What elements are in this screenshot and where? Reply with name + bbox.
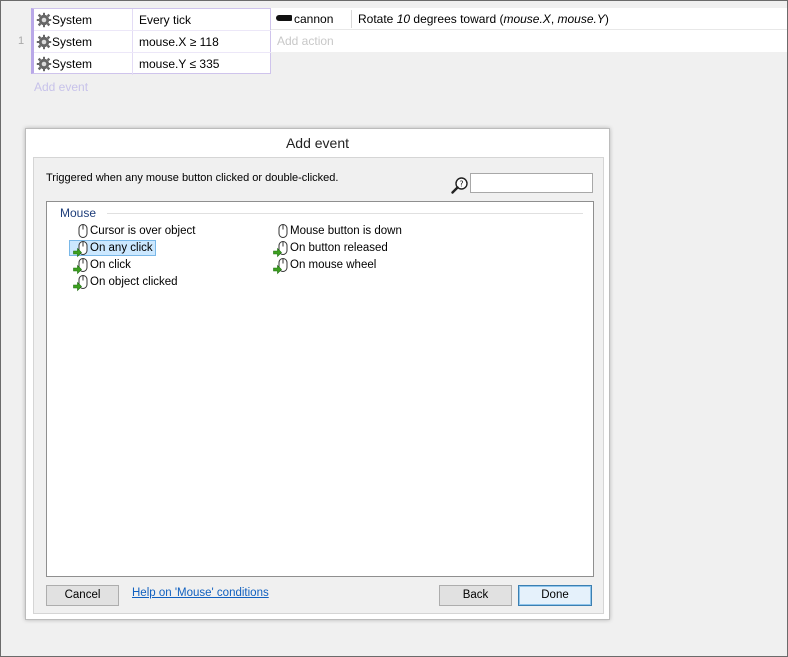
condition-list[interactable]: Mouse Cursor is over object On any click [46,201,594,577]
svg-text:?: ? [459,180,463,189]
action-param-x: mouse.X [503,12,551,26]
event-line-number: 1 [18,35,25,47]
list-item-on-button-released[interactable]: On button released [270,241,390,258]
list-item-cursor-is-over-object[interactable]: Cursor is over object [70,224,197,240]
add-event-dialog: Add event Triggered when any mouse butto… [25,128,610,620]
condition-object: System [52,57,93,71]
condition-row[interactable]: System Every tick [34,9,271,31]
help-link[interactable]: Help on 'Mouse' conditions [132,587,269,599]
action-text-prefix: Rotate [358,12,397,26]
event-conditions-block[interactable]: System Every tick System mouse.X ≥ 118 S… [31,8,271,75]
mouse-trigger-icon [273,241,288,258]
search-input[interactable] [470,173,593,193]
list-item-on-object-clicked[interactable]: On object clicked [70,275,180,292]
action-text-middle: degrees toward ( [410,12,504,26]
list-item-label: Cursor is over object [90,225,196,237]
list-item-label: On click [90,259,131,271]
list-item-mouse-button-is-down[interactable]: Mouse button is down [270,224,404,240]
list-item-on-mouse-wheel[interactable]: On mouse wheel [270,258,378,275]
condition-text: Every tick [139,13,192,27]
category-title-mouse: Mouse [60,206,97,220]
mouse-trigger-icon [73,275,88,292]
gear-icon [36,56,52,72]
condition-row[interactable]: System mouse.Y ≤ 335 [34,53,271,75]
add-event-link[interactable]: Add event [34,80,88,94]
action-object[interactable]: cannon [294,12,333,26]
add-action-row[interactable] [271,30,787,52]
back-button[interactable]: Back [439,585,512,606]
action-text-suffix: ) [604,12,609,26]
done-button[interactable]: Done [518,585,592,606]
action-text[interactable]: Rotate 10 degrees toward (mouse.X, mouse… [358,12,609,26]
list-item-label: On any click [90,242,153,254]
condition-description: Triggered when any mouse button clicked … [46,172,339,184]
dialog-body: Triggered when any mouse button clicked … [33,157,604,614]
condition-object: System [52,35,93,49]
gear-icon [36,12,52,28]
condition-separator [132,31,133,52]
mouse-trigger-icon [73,241,88,258]
list-item-label: Mouse button is down [290,225,402,237]
mouse-trigger-icon [73,258,88,275]
mouse-icon [278,224,288,238]
cannon-sprite-icon [276,15,292,21]
action-param-y: mouse.Y [557,12,605,26]
add-action-link[interactable]: Add action [277,34,334,48]
list-item-on-click[interactable]: On click [70,258,133,275]
dialog-title: Add event [285,135,350,151]
list-item-label: On button released [290,242,388,254]
action-param-amount: 10 [396,12,411,26]
mouse-trigger-icon [273,258,288,275]
list-item-label: On mouse wheel [290,259,377,271]
search-help-icon: ? [451,177,468,194]
condition-text: mouse.X ≥ 118 [139,35,219,49]
action-separator [351,10,352,28]
cancel-button[interactable]: Cancel [46,585,119,606]
condition-row[interactable]: System mouse.X ≥ 118 [34,31,271,53]
list-item-on-any-click[interactable]: On any click [69,240,156,258]
list-item-label: On object clicked [90,276,178,288]
condition-text: mouse.Y ≤ 335 [139,57,220,71]
gear-icon [36,34,52,50]
condition-separator [132,53,133,75]
condition-separator [132,9,133,30]
condition-object: System [52,13,93,27]
mouse-icon [78,224,88,238]
category-divider [107,213,583,214]
